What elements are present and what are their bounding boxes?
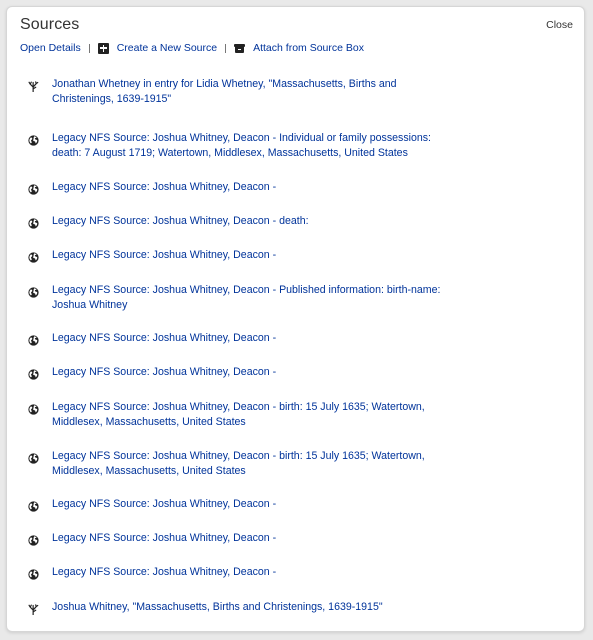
source-link[interactable]: Legacy NFS Source: Joshua Whitney, Deaco…: [52, 248, 276, 263]
source-link[interactable]: Legacy NFS Source: Joshua Whitney, Deaco…: [52, 531, 276, 546]
globe-icon-graphic: [28, 501, 39, 512]
source-link-line[interactable]: Jonathan Whetney in entry for Lidia Whet…: [52, 77, 397, 92]
globe-icon: [28, 133, 39, 146]
source-link[interactable]: Jonathan Whetney in entry for Lidia Whet…: [52, 77, 397, 107]
source-link[interactable]: Legacy NFS Source: Joshua Whitney, Deaco…: [52, 365, 276, 380]
source-link[interactable]: Legacy NFS Source: Joshua Whitney, Deaco…: [52, 214, 309, 229]
globe-icon-graphic: [28, 218, 39, 229]
globe-icon-graphic: [28, 135, 39, 146]
source-link-line[interactable]: Middlesex, Massachusetts, United States: [52, 464, 425, 479]
source-item[interactable]: Legacy NFS Source: Joshua Whitney, Deaco…: [28, 365, 548, 380]
source-item[interactable]: Legacy NFS Source: Joshua Whitney, Deaco…: [28, 497, 548, 512]
globe-icon: [28, 333, 39, 346]
source-link-line[interactable]: Legacy NFS Source: Joshua Whitney, Deaco…: [52, 400, 425, 415]
source-item[interactable]: Joshua Whitney, "Massachusetts, Births a…: [28, 600, 548, 616]
source-item[interactable]: Legacy NFS Source: Joshua Whitney, Deaco…: [28, 400, 548, 430]
globe-icon: [28, 285, 39, 298]
globe-icon: [28, 499, 39, 512]
globe-icon-graphic: [28, 569, 39, 580]
source-link[interactable]: Joshua Whitney, "Massachusetts, Births a…: [52, 600, 383, 615]
globe-icon: [28, 367, 39, 380]
globe-icon-graphic: [28, 404, 39, 415]
source-item[interactable]: Legacy NFS Source: Joshua Whitney, Deaco…: [28, 331, 548, 346]
globe-icon-graphic: [28, 453, 39, 464]
source-item[interactable]: Legacy NFS Source: Joshua Whitney, Deaco…: [28, 449, 548, 479]
source-link-line[interactable]: Joshua Whitney: [52, 298, 440, 313]
globe-icon: [28, 567, 39, 580]
globe-icon-graphic: [28, 535, 39, 546]
source-link-line[interactable]: Legacy NFS Source: Joshua Whitney, Deaco…: [52, 531, 276, 546]
globe-icon-graphic: [28, 252, 39, 263]
source-list: Jonathan Whetney in entry for Lidia Whet…: [7, 7, 584, 631]
globe-icon-graphic: [28, 287, 39, 298]
source-link[interactable]: Legacy NFS Source: Joshua Whitney, Deaco…: [52, 400, 425, 430]
source-link-line[interactable]: Legacy NFS Source: Joshua Whitney, Deaco…: [52, 449, 425, 464]
source-link-line[interactable]: Legacy NFS Source: Joshua Whitney, Deaco…: [52, 131, 431, 146]
source-link-line[interactable]: Legacy NFS Source: Joshua Whitney, Deaco…: [52, 497, 276, 512]
source-link[interactable]: Legacy NFS Source: Joshua Whitney, Deaco…: [52, 283, 440, 313]
source-link-line[interactable]: Joshua Whitney, "Massachusetts, Births a…: [52, 600, 383, 615]
source-link[interactable]: Legacy NFS Source: Joshua Whitney, Deaco…: [52, 180, 276, 195]
sources-panel: Sources Close Open Details Create a New …: [6, 6, 585, 632]
tree-icon: [28, 602, 39, 616]
tree-icon-graphic: [28, 81, 39, 93]
source-link[interactable]: Legacy NFS Source: Joshua Whitney, Deaco…: [52, 565, 276, 580]
globe-icon-graphic: [28, 369, 39, 380]
globe-icon: [28, 216, 39, 229]
source-link[interactable]: Legacy NFS Source: Joshua Whitney, Deaco…: [52, 331, 276, 346]
source-link-line[interactable]: Legacy NFS Source: Joshua Whitney, Deaco…: [52, 565, 276, 580]
source-link-line[interactable]: Legacy NFS Source: Joshua Whitney, Deaco…: [52, 180, 276, 195]
source-item[interactable]: Legacy NFS Source: Joshua Whitney, Deaco…: [28, 531, 548, 546]
source-link-line[interactable]: Legacy NFS Source: Joshua Whitney, Deaco…: [52, 365, 276, 380]
source-item[interactable]: Legacy NFS Source: Joshua Whitney, Deaco…: [28, 131, 548, 161]
source-link[interactable]: Legacy NFS Source: Joshua Whitney, Deaco…: [52, 131, 431, 161]
tree-icon-graphic: [28, 604, 39, 616]
source-item[interactable]: Legacy NFS Source: Joshua Whitney, Deaco…: [28, 248, 548, 263]
source-link-line[interactable]: Legacy NFS Source: Joshua Whitney, Deaco…: [52, 248, 276, 263]
source-link[interactable]: Legacy NFS Source: Joshua Whitney, Deaco…: [52, 497, 276, 512]
source-link-line[interactable]: Legacy NFS Source: Joshua Whitney, Deaco…: [52, 214, 309, 229]
globe-icon-graphic: [28, 184, 39, 195]
source-link-line[interactable]: Legacy NFS Source: Joshua Whitney, Deaco…: [52, 283, 440, 298]
source-link-line[interactable]: Legacy NFS Source: Joshua Whitney, Deaco…: [52, 331, 276, 346]
globe-icon: [28, 533, 39, 546]
globe-icon: [28, 451, 39, 464]
source-item[interactable]: Legacy NFS Source: Joshua Whitney, Deaco…: [28, 180, 548, 195]
globe-icon: [28, 182, 39, 195]
source-link[interactable]: Legacy NFS Source: Joshua Whitney, Deaco…: [52, 449, 425, 479]
source-item[interactable]: Legacy NFS Source: Joshua Whitney, Deaco…: [28, 565, 548, 580]
source-item[interactable]: Legacy NFS Source: Joshua Whitney, Deaco…: [28, 283, 548, 313]
tree-icon: [28, 79, 39, 93]
source-item[interactable]: Legacy NFS Source: Joshua Whitney, Deaco…: [28, 214, 548, 229]
source-link-line[interactable]: Christenings, 1639-1915": [52, 92, 397, 107]
globe-icon: [28, 402, 39, 415]
globe-icon: [28, 250, 39, 263]
source-link-line[interactable]: death: 7 August 1719; Watertown, Middles…: [52, 146, 431, 161]
source-link-line[interactable]: Middlesex, Massachusetts, United States: [52, 415, 425, 430]
globe-icon-graphic: [28, 335, 39, 346]
source-item[interactable]: Jonathan Whetney in entry for Lidia Whet…: [28, 77, 548, 107]
